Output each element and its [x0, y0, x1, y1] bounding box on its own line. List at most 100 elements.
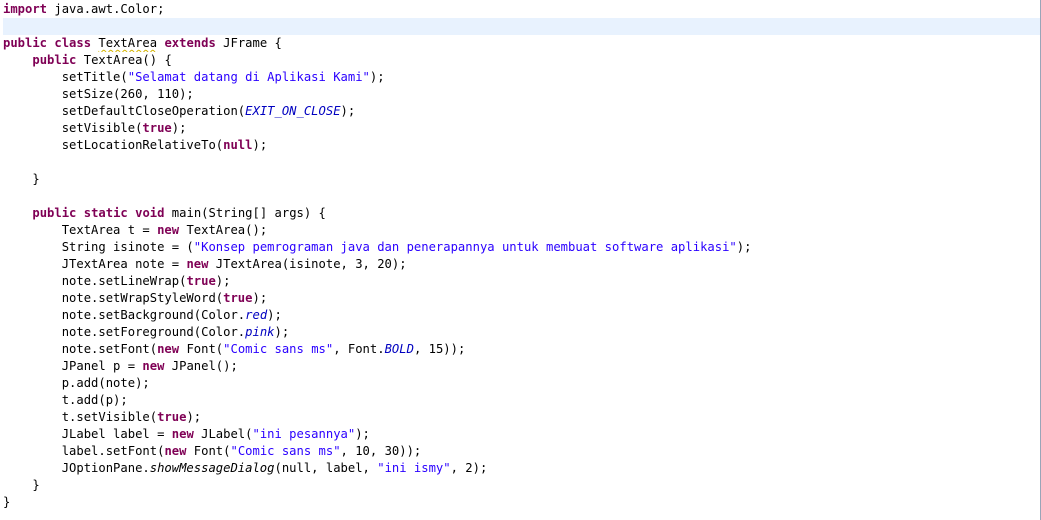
code-token: JOptionPane. — [3, 461, 150, 475]
code-content[interactable]: import java.awt.Color;​public class Text… — [3, 1, 1040, 511]
code-line[interactable]: import java.awt.Color; — [3, 1, 1040, 18]
code-line[interactable]: public class TextArea extends JFrame { — [3, 35, 1040, 52]
code-token: JTextArea note = — [3, 257, 187, 271]
code-token: label.setFont( — [3, 444, 165, 458]
code-line[interactable]: String isinote = ("Konsep pemrograman ja… — [3, 239, 1040, 256]
code-line[interactable]: ​ — [3, 154, 1040, 171]
code-token: ); — [274, 325, 290, 339]
code-token: ); — [267, 308, 282, 322]
code-token: ); — [171, 121, 187, 135]
code-token: , 10, 30)); — [340, 444, 422, 458]
code-line[interactable]: public static void main(String[] args) { — [3, 205, 1040, 222]
code-token: , 2); — [450, 461, 488, 475]
code-token-fld: BOLD — [384, 342, 414, 356]
code-token: setDefaultCloseOperation( — [3, 104, 246, 118]
code-line[interactable]: JTextArea note = new JTextArea(isinote, … — [3, 256, 1040, 273]
code-token-fld: red — [245, 308, 268, 322]
code-token-str: "ini ismy" — [377, 461, 451, 475]
code-token-kw: extends — [164, 36, 216, 50]
code-token: note.setBackground(Color. — [3, 308, 246, 322]
code-token: ); — [252, 138, 268, 152]
code-token-kw: new — [186, 257, 209, 271]
code-token-kw: true — [157, 410, 187, 424]
code-line[interactable]: ​ — [3, 188, 1040, 205]
code-token: setVisible( — [3, 121, 143, 135]
code-line[interactable]: t.add(p); — [3, 392, 1040, 409]
code-token-kw: class — [54, 36, 92, 50]
code-token: t.add(p); — [3, 393, 128, 407]
code-line[interactable]: note.setLineWrap(true); — [3, 273, 1040, 290]
code-token-str: "ini pesannya" — [252, 427, 356, 441]
code-line[interactable]: setVisible(true); — [3, 120, 1040, 137]
code-token-kw: null — [223, 138, 253, 152]
code-token: note.setLineWrap( — [3, 274, 187, 288]
code-token: JTextArea(isinote, 3, 20); — [208, 257, 407, 271]
code-token: note.setFont( — [3, 342, 158, 356]
code-token-fld: EXIT_ON_CLOSE — [245, 104, 341, 118]
code-token: setSize(260, 110); — [3, 87, 194, 101]
code-line[interactable]: TextArea t = new TextArea(); — [3, 222, 1040, 239]
code-line[interactable]: label.setFont(new Font("Comic sans ms", … — [3, 443, 1040, 460]
code-editor[interactable]: import java.awt.Color;​public class Text… — [0, 0, 1041, 520]
code-line[interactable]: setLocationRelativeTo(null); — [3, 137, 1040, 154]
code-token: setTitle( — [3, 70, 128, 84]
code-token-kw: true — [223, 291, 253, 305]
code-line[interactable]: public TextArea() { — [3, 52, 1040, 69]
code-token: main(String[] args) { — [164, 206, 326, 220]
code-line[interactable]: setSize(260, 110); — [3, 86, 1040, 103]
code-token: JLabel label = — [3, 427, 172, 441]
code-line[interactable]: setTitle("Selamat datang di Aplikasi Kam… — [3, 69, 1040, 86]
code-token: JPanel p = — [3, 359, 143, 373]
code-token: setLocationRelativeTo( — [3, 138, 224, 152]
code-token: ); — [355, 427, 370, 441]
code-token: p.add(note); — [3, 376, 150, 390]
code-token-kw: static — [83, 206, 128, 220]
code-token-str: "Comic sans ms" — [223, 342, 334, 356]
code-token-kw: public — [32, 206, 77, 220]
code-token-str: "Comic sans ms" — [230, 444, 341, 458]
code-line[interactable]: } — [3, 494, 1040, 511]
code-token: TextArea(); — [179, 223, 268, 237]
code-token: ); — [215, 274, 231, 288]
code-token: t.setVisible( — [3, 410, 158, 424]
code-line[interactable]: JLabel label = new JLabel("ini pesannya"… — [3, 426, 1040, 443]
code-token-kw: new — [164, 444, 187, 458]
code-line[interactable]: t.setVisible(true); — [3, 409, 1040, 426]
code-token: ); — [736, 240, 752, 254]
code-token-kw: void — [135, 206, 165, 220]
code-token: java.awt.Color; — [47, 2, 165, 16]
code-token: note.setForeground(Color. — [3, 325, 246, 339]
code-token-kw: new — [142, 359, 165, 373]
code-line[interactable]: note.setForeground(Color.pink); — [3, 324, 1040, 341]
code-line-current[interactable]: ​ — [3, 18, 1040, 35]
code-token-fld: pink — [245, 325, 275, 339]
code-token: (null, label, — [274, 461, 378, 475]
code-token: JLabel( — [193, 427, 253, 441]
code-line[interactable]: JOptionPane.showMessageDialog(null, labe… — [3, 460, 1040, 477]
code-token: ); — [186, 410, 202, 424]
code-token-kw: new — [157, 342, 180, 356]
code-token-kw: public — [3, 36, 48, 50]
code-line[interactable]: note.setBackground(Color.red); — [3, 307, 1040, 324]
code-line[interactable]: } — [3, 171, 1040, 188]
code-line[interactable]: JPanel p = new JPanel(); — [3, 358, 1040, 375]
code-token: Font( — [186, 444, 231, 458]
code-token: } — [3, 478, 40, 492]
code-token: ); — [340, 104, 356, 118]
code-token: String isinote = ( — [3, 240, 194, 254]
code-line[interactable]: note.setWrapStyleWord(true); — [3, 290, 1040, 307]
code-line[interactable]: p.add(note); — [3, 375, 1040, 392]
code-token: } — [3, 172, 40, 186]
code-token-str: "Selamat datang di Aplikasi Kami" — [127, 70, 370, 84]
code-line[interactable]: setDefaultCloseOperation(EXIT_ON_CLOSE); — [3, 103, 1040, 120]
code-token-kw: new — [171, 427, 194, 441]
code-token-sta: showMessageDialog — [149, 461, 275, 475]
code-token: TextArea() { — [76, 53, 172, 67]
code-line[interactable]: note.setFont(new Font("Comic sans ms", F… — [3, 341, 1040, 358]
code-token: , 15)); — [413, 342, 466, 356]
code-line[interactable]: } — [3, 477, 1040, 494]
code-token-kw: public — [32, 53, 77, 67]
code-token: note.setWrapStyleWord( — [3, 291, 224, 305]
